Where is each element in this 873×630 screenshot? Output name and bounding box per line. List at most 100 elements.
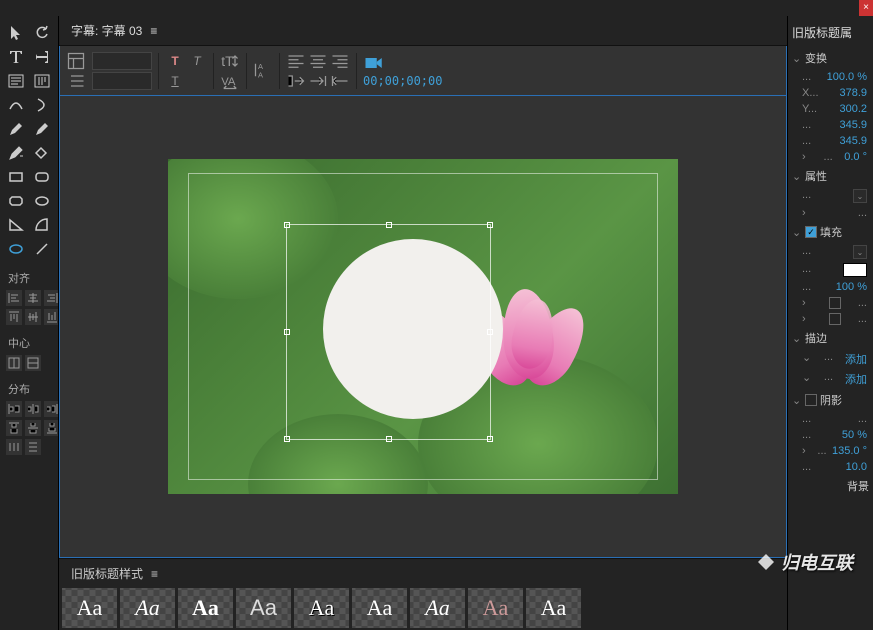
style-thumb-4[interactable]: Aa [236,588,291,628]
center-horizontal[interactable] [6,355,22,371]
y-value[interactable]: 300.2 [839,103,867,115]
pen-tool[interactable] [4,118,28,140]
clipped-rect-tool[interactable] [4,190,28,212]
template-icon[interactable] [66,52,86,70]
distribute-v2[interactable] [25,420,41,436]
convert-anchor-tool[interactable] [30,142,54,164]
style-thumb-2[interactable]: Aa [120,588,175,628]
italic-icon[interactable]: T [187,52,207,70]
twisty-fill[interactable]: ⌄ [792,226,802,239]
timecode[interactable]: 00;00;00;00 [363,74,442,88]
style-thumb-7[interactable]: Aa [410,588,465,628]
preview-frame[interactable] [168,159,678,494]
shadow-distance[interactable]: 10.0 [846,461,867,473]
type-tool[interactable] [4,46,28,68]
ellipse-tool[interactable] [4,238,28,260]
height-value[interactable]: 345.9 [839,135,867,147]
path-type-tool[interactable] [4,94,28,116]
underline-icon[interactable]: T [165,72,185,90]
add-anchor-tool[interactable] [30,118,54,140]
twisty-stroke[interactable]: ⌄ [792,332,802,345]
tab-out-icon[interactable] [330,72,350,90]
subtitle-menu-icon[interactable]: ≡ [150,24,157,38]
align-right-text[interactable] [330,52,350,70]
distribute-h1[interactable] [6,401,22,417]
align-section-label: 对齐 [8,270,54,286]
fill-texture-checkbox[interactable] [829,313,841,325]
props-select[interactable]: ⌄ [853,189,867,203]
style-thumb-3[interactable]: Aa [178,588,233,628]
fill-label: 填充 [820,224,842,240]
align-center-text[interactable] [308,52,328,70]
font-style-select[interactable] [92,72,152,90]
leading-icon[interactable]: AA [253,61,273,79]
tab-in-icon[interactable] [308,72,328,90]
x-value[interactable]: 378.9 [839,87,867,99]
fill-checkbox[interactable]: ✓ [805,226,817,238]
rotate-tool[interactable] [30,22,54,44]
style-thumb-5[interactable]: Aa [294,588,349,628]
align-hcenter[interactable] [25,290,41,306]
shadow-color[interactable]: ... [858,413,867,425]
arc-tool[interactable] [30,214,54,236]
center-vertical[interactable] [25,355,41,371]
fill-color-swatch[interactable] [843,263,867,277]
twisty-props[interactable]: ⌄ [792,170,802,183]
twisty-props-sub[interactable]: › [802,207,812,219]
rectangle-tool[interactable] [4,166,28,188]
close-button[interactable]: × [859,0,873,16]
twisty-fill-sub1[interactable]: › [802,297,812,309]
line-tool[interactable] [30,238,54,260]
selection-tool[interactable] [4,22,28,44]
show-video-icon[interactable] [363,54,383,72]
distribute-space-v[interactable] [25,439,41,455]
bold-icon[interactable]: T [165,52,185,70]
style-thumb-1[interactable]: Aa [62,588,117,628]
tab-icon[interactable] [286,72,306,90]
stroke-add-outer[interactable]: 添加 [845,351,867,367]
distribute-v1[interactable] [6,420,22,436]
height-label: ... [802,135,811,147]
area-type-tool[interactable] [4,70,28,92]
style-thumb-6[interactable]: Aa [352,588,407,628]
shadow-checkbox[interactable] [805,394,817,406]
canvas-area[interactable] [59,96,787,558]
styles-menu-icon[interactable]: ≡ [151,567,158,581]
vertical-path-type-tool[interactable] [30,94,54,116]
opacity-value[interactable]: 100.0 % [827,71,867,83]
fill-sheen-checkbox[interactable] [829,297,841,309]
align-left[interactable] [6,290,22,306]
style-thumb-8[interactable]: Aa [468,588,523,628]
twisty-transform[interactable]: ⌄ [792,52,802,65]
shadow-opacity[interactable]: 50 % [842,429,867,441]
twisty-fill-sub2[interactable]: › [802,313,812,325]
rounded-rect-tool[interactable] [30,166,54,188]
vertical-area-type-tool[interactable] [30,70,54,92]
stroke-add-inner[interactable]: 添加 [845,371,867,387]
text-toolbar: T T T tT VA AA [59,46,787,96]
align-top[interactable] [6,309,22,325]
twisty-shadow[interactable]: ⌄ [792,394,802,407]
wedge-tool[interactable] [4,214,28,236]
align-vcenter[interactable] [25,309,41,325]
fill-type-select[interactable]: ⌄ [853,245,867,259]
distribute-space-h[interactable] [6,439,22,455]
style-thumb-9[interactable]: Aa [526,588,581,628]
kerning-icon[interactable]: VA [220,72,240,90]
selection-bounds[interactable] [286,224,491,440]
rotation-value[interactable]: 0.0 ° [844,151,867,163]
distribute-h2[interactable] [25,401,41,417]
shadow-angle[interactable]: 135.0 ° [832,445,867,457]
y-label: Y... [802,103,817,115]
delete-anchor-tool[interactable] [4,142,28,164]
vertical-type-tool[interactable] [30,46,54,68]
fill-opacity[interactable]: 100 % [836,281,867,293]
font-family-select[interactable] [92,52,152,70]
width-value[interactable]: 345.9 [839,119,867,131]
font-size-icon[interactable]: tT [220,52,240,70]
align-left-text[interactable] [286,52,306,70]
properties-panel: 旧版标题属 ⌄变换 ...100.0 % X...378.9 Y...300.2… [788,16,873,630]
rounded-clipped-tool[interactable] [30,190,54,212]
list-icon[interactable] [66,72,86,90]
twisty-rotation[interactable]: › [802,151,812,163]
